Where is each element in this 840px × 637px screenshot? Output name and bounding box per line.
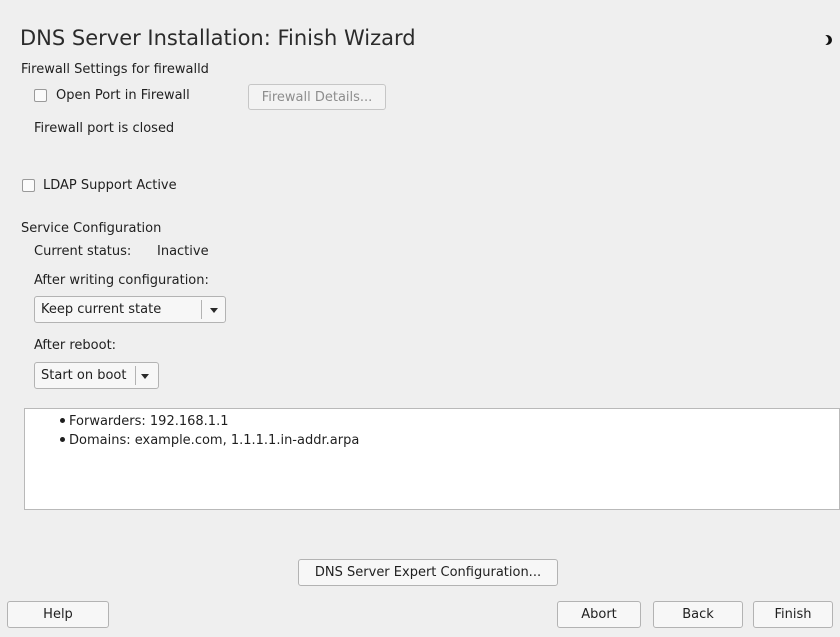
open-port-label[interactable]: Open Port in Firewall — [56, 88, 190, 103]
firewall-details-button[interactable]: Firewall Details... — [248, 84, 386, 110]
after-reboot-select[interactable]: Start on boot — [34, 362, 159, 389]
after-writing-label: After writing configuration: — [34, 273, 209, 288]
summary-item-text: Forwarders: 192.168.1.1 — [69, 414, 229, 429]
bullet-icon — [60, 418, 65, 423]
dns-expert-config-button[interactable]: DNS Server Expert Configuration... — [298, 559, 558, 586]
summary-item-text: Domains: example.com, 1.1.1.1.in-addr.ar… — [69, 433, 360, 448]
back-button[interactable]: Back — [653, 601, 743, 628]
combo-separator — [135, 366, 136, 385]
service-section-label: Service Configuration — [21, 221, 162, 236]
ldap-checkbox[interactable] — [22, 179, 35, 192]
moon-icon — [818, 35, 832, 45]
summary-item: Forwarders: 192.168.1.1 — [60, 414, 228, 429]
after-writing-select[interactable]: Keep current state — [34, 296, 226, 323]
combo-separator — [201, 300, 202, 319]
page-title: DNS Server Installation: Finish Wizard — [20, 26, 416, 50]
current-status-value: Inactive — [157, 244, 209, 259]
summary-panel: Forwarders: 192.168.1.1 Domains: example… — [24, 408, 840, 510]
after-writing-value: Keep current state — [41, 302, 162, 317]
current-status-label: Current status: — [34, 244, 132, 259]
chevron-down-icon — [210, 308, 218, 313]
chevron-down-icon — [141, 374, 149, 379]
after-reboot-value: Start on boot — [41, 368, 127, 383]
open-port-label-text: Open Port in Firewall — [56, 88, 190, 103]
firewall-section-label: Firewall Settings for firewalld — [21, 62, 209, 77]
finish-button[interactable]: Finish — [753, 601, 833, 628]
summary-item: Domains: example.com, 1.1.1.1.in-addr.ar… — [60, 433, 359, 448]
abort-button[interactable]: Abort — [557, 601, 641, 628]
firewall-status-text: Firewall port is closed — [34, 121, 175, 136]
ldap-label[interactable]: LDAP Support Active — [43, 178, 177, 193]
help-button[interactable]: Help — [7, 601, 109, 628]
open-port-checkbox[interactable] — [34, 89, 47, 102]
after-reboot-label: After reboot: — [34, 338, 117, 353]
bullet-icon — [60, 437, 65, 442]
